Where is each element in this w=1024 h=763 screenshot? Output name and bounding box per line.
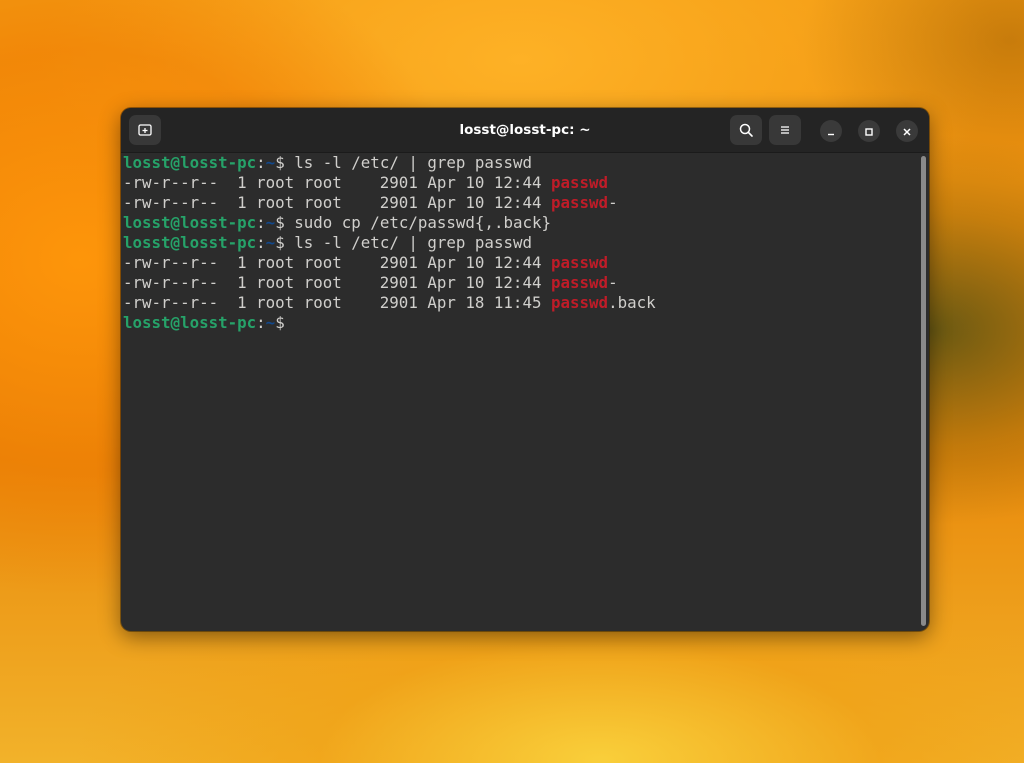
minimize-icon — [826, 122, 836, 141]
prompt-symbol: $ — [275, 233, 295, 252]
prompt-line: losst@losst-pc:~$ ls -l /etc/ | grep pas… — [123, 233, 917, 253]
output-text: -rw-r--r-- 1 root root 2901 Apr 10 12:44 — [123, 193, 551, 212]
output-suffix: - — [608, 193, 618, 212]
prompt-user: losst@losst-pc — [123, 233, 257, 252]
close-button[interactable] — [896, 120, 918, 142]
grep-match: passwd — [550, 193, 609, 212]
output-text: -rw-r--r-- 1 root root 2901 Apr 10 12:44 — [123, 173, 551, 192]
prompt-separator: : — [256, 213, 266, 232]
scrollbar[interactable] — [921, 156, 926, 626]
prompt-path: ~ — [265, 213, 276, 232]
grep-match: passwd — [550, 293, 609, 312]
output-text: -rw-r--r-- 1 root root 2901 Apr 10 12:44 — [123, 253, 551, 272]
hamburger-menu-icon — [777, 122, 793, 138]
prompt-separator: : — [256, 153, 266, 172]
terminal-output[interactable]: losst@losst-pc:~$ ls -l /etc/ | grep pas… — [121, 153, 917, 631]
prompt-line: losst@losst-pc:~$ — [123, 313, 917, 333]
output-line: -rw-r--r-- 1 root root 2901 Apr 18 11:45… — [123, 293, 917, 313]
prompt-user: losst@losst-pc — [123, 213, 257, 232]
main-menu-button[interactable] — [769, 115, 801, 145]
prompt-symbol: $ — [275, 153, 295, 172]
grep-match: passwd — [550, 253, 609, 272]
output-text: -rw-r--r-- 1 root root 2901 Apr 10 12:44 — [123, 273, 551, 292]
new-tab-icon — [137, 122, 153, 138]
command-text: ls -l /etc/ | grep passwd — [294, 233, 532, 252]
close-icon — [902, 122, 912, 141]
maximize-icon — [864, 122, 874, 141]
output-line: -rw-r--r-- 1 root root 2901 Apr 10 12:44… — [123, 253, 917, 273]
command-text: sudo cp /etc/passwd{,.back} — [294, 213, 552, 232]
new-tab-button[interactable] — [129, 115, 161, 145]
grep-match: passwd — [550, 273, 609, 292]
prompt-path: ~ — [265, 233, 276, 252]
prompt-separator: : — [256, 233, 266, 252]
window-title: losst@losst-pc: ~ — [459, 122, 591, 138]
prompt-path: ~ — [265, 153, 276, 172]
header-bar: losst@losst-pc: ~ — [121, 108, 929, 153]
prompt-separator: : — [256, 313, 266, 332]
terminal-window[interactable]: losst@losst-pc: ~ losst@losst-pc:~$ ls -… — [121, 108, 929, 631]
output-line: -rw-r--r-- 1 root root 2901 Apr 10 12:44… — [123, 193, 917, 213]
prompt-path: ~ — [265, 313, 276, 332]
output-suffix: .back — [608, 293, 656, 312]
search-icon — [738, 122, 754, 138]
search-button[interactable] — [730, 115, 762, 145]
maximize-button[interactable] — [858, 120, 880, 142]
output-line: -rw-r--r-- 1 root root 2901 Apr 10 12:44… — [123, 273, 917, 293]
output-suffix: - — [608, 273, 618, 292]
prompt-symbol: $ — [275, 213, 295, 232]
command-text: ls -l /etc/ | grep passwd — [294, 153, 532, 172]
text-cursor — [285, 314, 286, 331]
prompt-user: losst@losst-pc — [123, 153, 257, 172]
prompt-line: losst@losst-pc:~$ ls -l /etc/ | grep pas… — [123, 153, 917, 173]
grep-match: passwd — [550, 173, 609, 192]
output-text: -rw-r--r-- 1 root root 2901 Apr 18 11:45 — [123, 293, 551, 312]
output-line: -rw-r--r-- 1 root root 2901 Apr 10 12:44… — [123, 173, 917, 193]
prompt-line: losst@losst-pc:~$ sudo cp /etc/passwd{,.… — [123, 213, 917, 233]
prompt-symbol: $ — [275, 313, 285, 332]
minimize-button[interactable] — [820, 120, 842, 142]
prompt-user: losst@losst-pc — [123, 313, 257, 332]
